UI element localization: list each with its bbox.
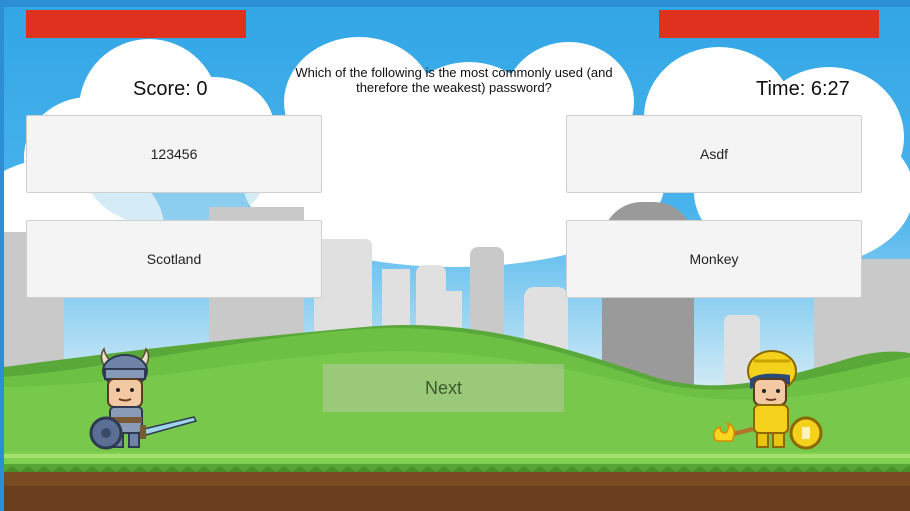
question-text: Which of the following is the most commo… xyxy=(295,65,613,95)
golden-knight-icon xyxy=(713,350,823,450)
viking-knight-icon xyxy=(89,347,198,450)
time-label: Time: 6:27 xyxy=(756,78,850,100)
next-button[interactable]: Next xyxy=(323,364,564,412)
game-stage: Score: 0 Time: 6:27 Which of the followi… xyxy=(4,7,910,511)
ground xyxy=(4,452,910,511)
player-health-bar xyxy=(26,10,246,38)
answer-button-3[interactable]: Scotland xyxy=(26,220,322,298)
answer-button-4[interactable]: Monkey xyxy=(566,220,862,298)
answer-button-2[interactable]: Asdf xyxy=(566,115,862,193)
score-label: Score: 0 xyxy=(133,78,208,100)
enemy-health-bar xyxy=(659,10,879,38)
answer-button-1[interactable]: 123456 xyxy=(26,115,322,193)
